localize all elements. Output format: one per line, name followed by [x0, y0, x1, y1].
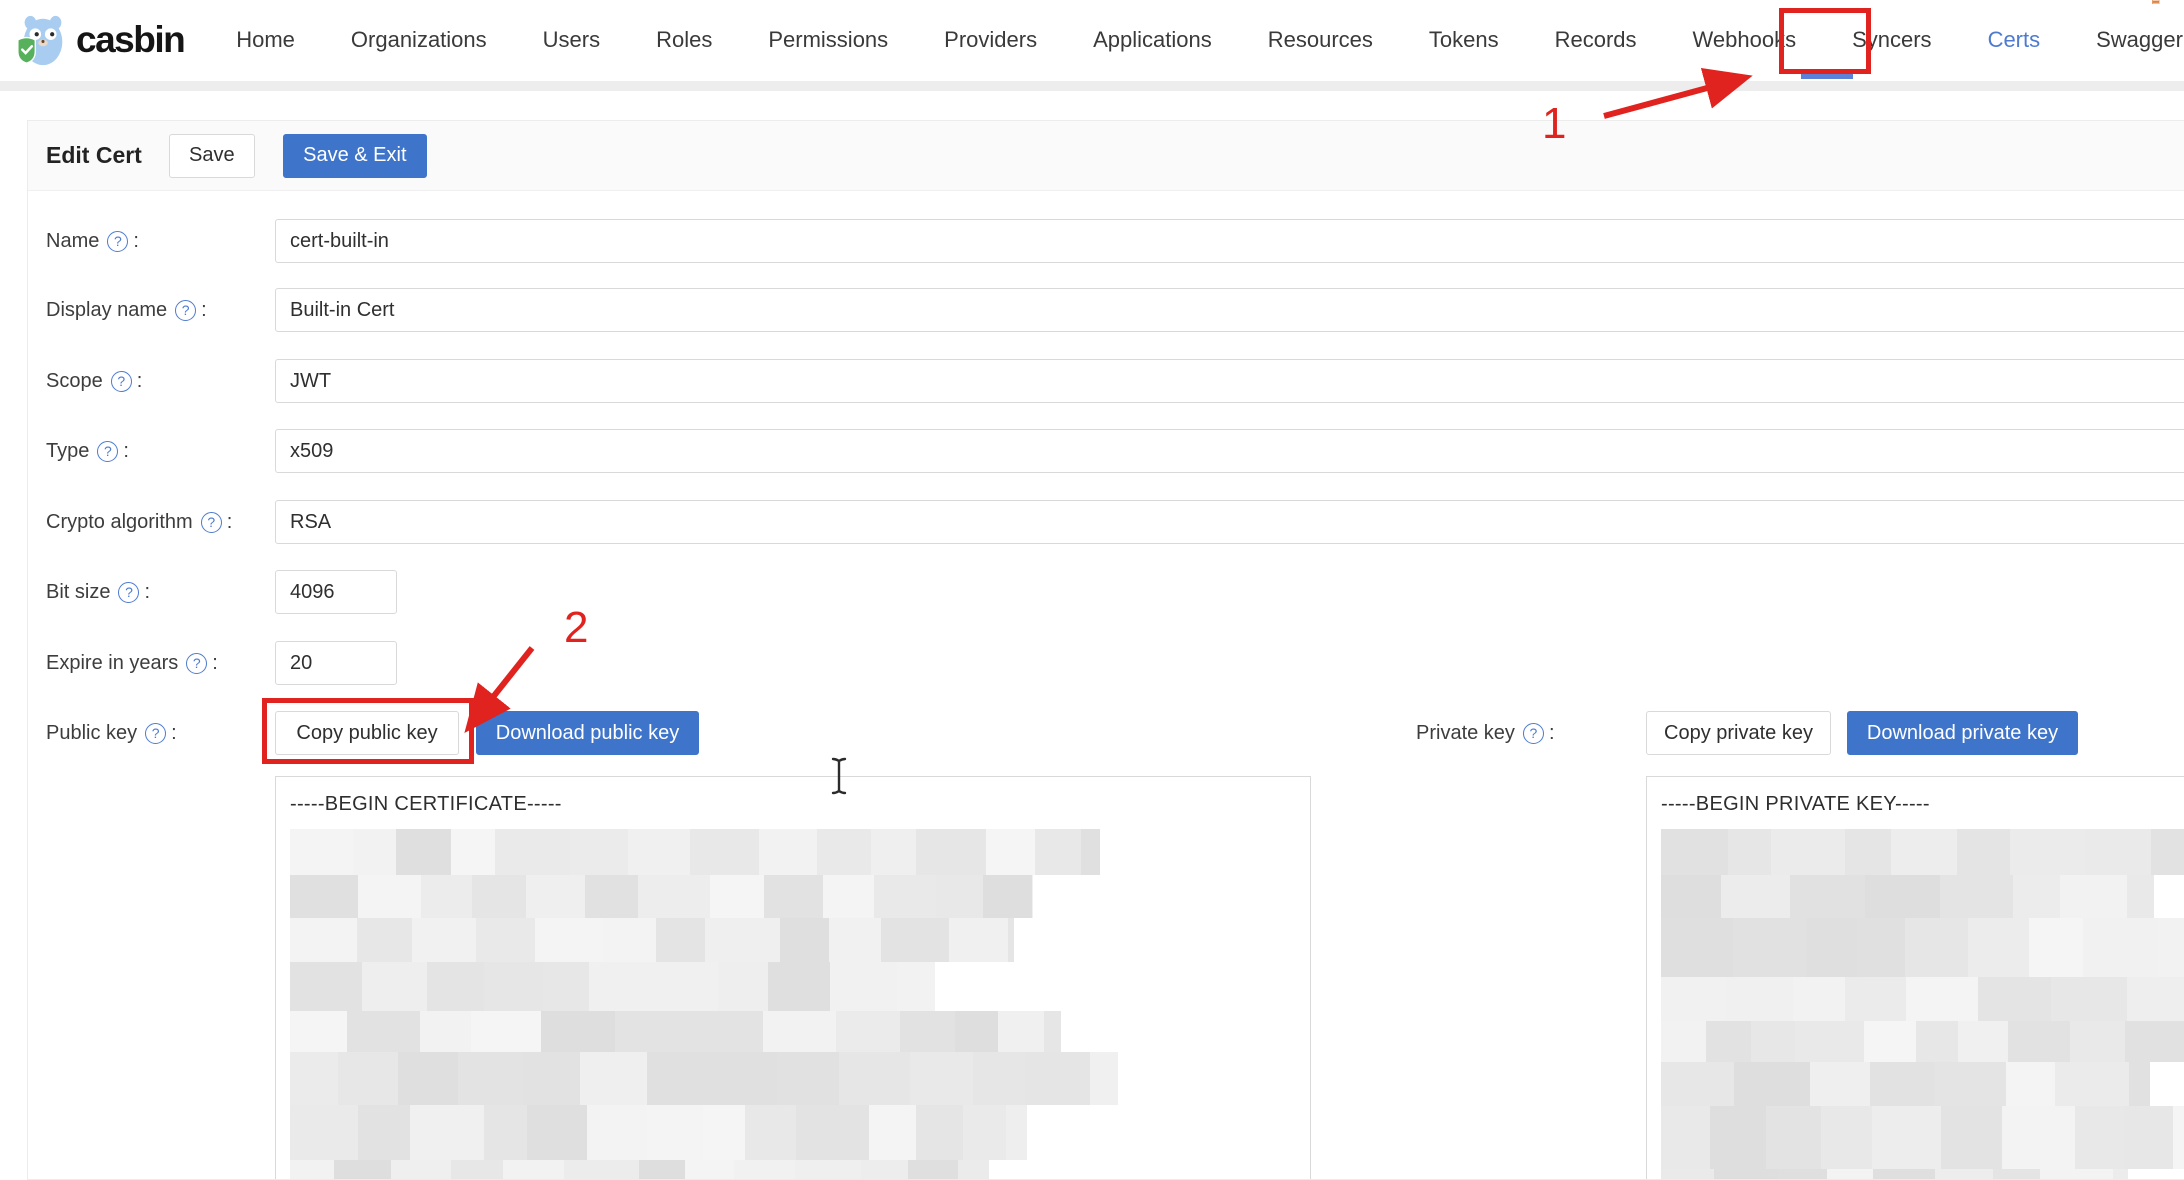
label-colon: : [136, 369, 143, 392]
expire-years-input[interactable] [275, 641, 397, 685]
help-icon[interactable]: ? [186, 652, 208, 674]
certificate-begin-line: -----BEGIN CERTIFICATE----- [290, 793, 562, 815]
redacted-public-key-content [290, 829, 1310, 1179]
download-public-key-button[interactable]: Download public key [476, 711, 699, 755]
expire-years-field-row: Expire in years?: [46, 641, 2184, 685]
redacted-row [290, 875, 1310, 918]
nav-item-providers[interactable]: Providers [916, 0, 1065, 80]
nav-item-home[interactable]: Home [208, 0, 323, 80]
help-icon[interactable]: ? [118, 581, 140, 603]
bit-size-field-row: Bit size?: [46, 570, 2184, 614]
nav-item-roles[interactable]: Roles [628, 0, 740, 80]
private-key-begin-line: -----BEGIN PRIVATE KEY----- [1661, 793, 1930, 815]
redacted-row [1661, 918, 2184, 977]
help-icon[interactable]: ? [97, 440, 119, 462]
label-colon: : [171, 721, 177, 744]
edit-cert-card: Edit Cert Save Save & Exit Name?: Displa… [27, 120, 2184, 1180]
copy-private-key-button[interactable]: Copy private key [1646, 711, 1831, 755]
scope-input[interactable] [275, 359, 2184, 403]
label-colon: : [123, 439, 129, 462]
redacted-row [1661, 875, 2184, 918]
casbin-mascot-icon [17, 15, 63, 66]
nav-item-permissions[interactable]: Permissions [740, 0, 916, 80]
page-background-strip [0, 81, 2184, 91]
label-colon: : [226, 510, 233, 533]
redacted-row [1661, 829, 2184, 875]
active-tab-indicator [1801, 74, 1853, 79]
type-label: Type [46, 439, 90, 462]
help-icon[interactable]: ? [200, 511, 222, 533]
display-name-field-row: Display name?: [46, 288, 2184, 332]
display-name-input[interactable] [275, 288, 2184, 332]
private-key-label: Private key [1416, 721, 1515, 744]
redacted-row [1661, 977, 2184, 1021]
annotation-box-copy-public-key [262, 698, 474, 764]
annotation-step-2: 2 [564, 603, 589, 652]
redacted-row [290, 1011, 1310, 1052]
download-private-key-button[interactable]: Download private key [1847, 711, 2078, 755]
nav-item-swagger[interactable]: Swagger [2068, 0, 2184, 80]
redacted-row [290, 1160, 1310, 1179]
label-colon: : [212, 651, 218, 674]
scope-label: Scope [46, 369, 103, 392]
crypto-algorithm-field-row: Crypto algorithm?: [46, 500, 2184, 544]
nav-item-applications[interactable]: Applications [1065, 0, 1240, 80]
nav-item-records[interactable]: Records [1527, 0, 1665, 80]
redacted-row [1661, 1021, 2184, 1062]
public-key-textarea[interactable]: -----BEGIN CERTIFICATE----- [275, 776, 1311, 1179]
nav-item-users[interactable]: Users [515, 0, 628, 80]
ibeam-cursor-icon [831, 757, 847, 795]
redacted-row [1661, 1169, 2184, 1179]
nav-item-tokens[interactable]: Tokens [1401, 0, 1527, 80]
type-input[interactable] [275, 429, 2184, 473]
help-icon[interactable]: ? [110, 370, 132, 392]
redacted-row [290, 829, 1310, 875]
help-icon[interactable]: ? [145, 722, 167, 744]
crown-icon: ♛ [2148, 0, 2163, 7]
label-colon: : [201, 298, 207, 321]
help-icon[interactable]: ? [107, 230, 129, 252]
redacted-row [1661, 1106, 2184, 1169]
annotation-box-certs-tab [1779, 8, 1871, 74]
crypto-algorithm-input[interactable] [275, 500, 2184, 544]
redacted-row [290, 962, 1310, 1011]
name-label: Name [46, 229, 100, 252]
redacted-row [290, 1052, 1310, 1105]
casbin-logo[interactable]: casbin ♛ [14, 0, 2163, 69]
page-title: Edit Cert [46, 142, 142, 168]
redacted-row [290, 918, 1310, 962]
label-colon: : [144, 580, 151, 603]
nav-item-organizations[interactable]: Organizations [323, 0, 515, 80]
private-key-textarea[interactable]: -----BEGIN PRIVATE KEY----- [1646, 776, 2184, 1179]
main-nav: Home Organizations Users Roles Permissio… [208, 0, 2184, 80]
logo-text: casbin [76, 19, 186, 60]
scope-field-row: Scope?: [46, 359, 2184, 403]
public-key-label: Public key [46, 721, 138, 744]
bit-size-input[interactable] [275, 570, 397, 614]
save-and-exit-button[interactable]: Save & Exit [282, 133, 427, 178]
expire-years-label: Expire in years [46, 651, 179, 674]
nav-item-certs[interactable]: Certs [1960, 0, 2069, 80]
annotation-step-1: 1 [1542, 99, 1567, 148]
redacted-row [1661, 1062, 2184, 1106]
help-icon[interactable]: ? [175, 299, 197, 321]
nav-item-resources[interactable]: Resources [1240, 0, 1401, 80]
card-header: Edit Cert Save Save & Exit [28, 121, 2184, 191]
help-icon[interactable]: ? [1522, 722, 1544, 744]
label-colon: : [133, 229, 139, 252]
name-field-row: Name?: [46, 219, 2184, 263]
label-colon: : [1548, 721, 1555, 744]
bit-size-label: Bit size [46, 580, 111, 603]
save-button[interactable]: Save [168, 133, 255, 178]
crypto-algorithm-label: Crypto algorithm [46, 510, 193, 533]
type-field-row: Type?: [46, 429, 2184, 473]
name-input[interactable] [275, 219, 2184, 263]
display-name-label: Display name [46, 298, 168, 321]
redacted-row [290, 1105, 1310, 1160]
redacted-private-key-content [1661, 829, 2184, 1179]
